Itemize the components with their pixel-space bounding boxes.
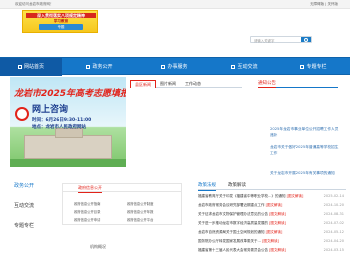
policy-tag: [图文解读] — [269, 221, 286, 225]
top-bar: 欢迎访问龙岩市政府网！ 无障碍版 | 关怀版 — [0, 0, 350, 9]
gov-link[interactable]: 政府信息公开申请 — [74, 217, 100, 222]
service-icon — [161, 65, 166, 69]
policy-row[interactable]: 龙岩市自然资源局关于国土空间规划的通知 [图文解读] 2024-05-12 — [198, 229, 346, 236]
policy-title: 龙岩市政府常务会议研究部署近期重点工作 — [198, 203, 265, 207]
notice-item[interactable]: 2025年龙岩市事业单位公开招聘工作人员递补 — [270, 126, 340, 138]
gov-link[interactable]: 政府信息公开目录 — [74, 209, 100, 214]
policy-tag: [图文解读] — [265, 230, 283, 234]
main-nav: 网站首页 政务公开 办事服务 互动交流 专题专栏 — [0, 57, 350, 76]
policy-tag: [图文解读] — [269, 248, 286, 252]
gov-info-header: 政府信息公开 — [63, 184, 181, 193]
policy-row[interactable]: 关于征求龙岩市文物保护管理办法意见的公告 [图文解读] 2024-08-31 — [198, 211, 346, 218]
nav-home-label: 网站首页 — [23, 64, 44, 70]
side-item-topics[interactable]: 专题专栏 — [0, 218, 48, 234]
nav-services[interactable]: 办事服务 — [137, 58, 212, 76]
policy-title: 福建省教育厅关于印发《福建省中等职业学校…》的通知 — [198, 194, 286, 198]
notice-item[interactable]: 关于龙岩市开展2025年有关事项的通知 — [270, 170, 340, 176]
policy-row[interactable]: 国务院办公厅转发国家发展改革委关于… [图文解读] 2024-04-20 — [198, 238, 346, 245]
policy-tag: [图文解读] — [286, 194, 304, 198]
nav-topics-label: 专题专栏 — [306, 64, 327, 70]
policy-title: 关于进一步推动龙岩市数字经济高质量发展的 — [198, 221, 268, 225]
notice-item[interactable]: 龙岩市关于做好2025年普通高等学校招生工作 — [270, 144, 340, 156]
policy-date: 2024-04-20 — [323, 239, 344, 243]
nav-gov-info[interactable]: 政务公开 — [62, 58, 137, 76]
org-overview-link[interactable]: 机构概况 — [90, 244, 106, 250]
gov-link[interactable]: 政府信息公开指南 — [74, 201, 100, 206]
hero-subtitle: 网上咨询 — [32, 105, 69, 115]
nav-home[interactable]: 网站首页 — [0, 58, 62, 76]
policy-date: 2024-10-20 — [323, 203, 344, 207]
chat-icon — [231, 65, 236, 69]
search-box[interactable]: 请输入关键字 — [250, 36, 312, 43]
gov-link[interactable]: 政府信息公开平台 — [127, 217, 153, 222]
tab-photo-news[interactable]: 图片新闻 — [160, 80, 176, 88]
policy-date: 2024-05-12 — [323, 230, 344, 234]
policy-date: 2024-08-31 — [323, 212, 344, 216]
policy-title: 龙岩市自然资源局关于国土空间规划的通知 — [198, 230, 265, 234]
gov-info-title[interactable]: 政府信息公开 — [78, 184, 102, 193]
nav-gov-info-label: 政务公开 — [92, 64, 113, 70]
tab-county-news[interactable]: 县区新闻 — [130, 80, 156, 88]
gov-link[interactable]: 政府信息公开年报 — [127, 209, 153, 214]
side-item-interaction[interactable]: 互动交流 — [0, 198, 48, 214]
tab-work-news[interactable]: 工作动态 — [185, 80, 201, 88]
nav-topics[interactable]: 专题专栏 — [277, 58, 350, 76]
nav-services-label: 办事服务 — [167, 64, 188, 70]
nav-interaction[interactable]: 互动交流 — [212, 58, 277, 76]
nav-interaction-label: 互动交流 — [237, 64, 258, 70]
gov-info-box: 政府信息公开 政府信息公开指南 政府信息公开制度 政府信息公开目录 政府信息公开… — [62, 183, 182, 225]
policy-tag: [图文解读] — [269, 212, 286, 216]
policy-row[interactable]: 关于进一步推动龙岩市数字经济高质量发展的 [图文解读] 2024-07-02 — [198, 220, 346, 227]
search-input[interactable]: 请输入关键字 — [254, 38, 274, 43]
notice-header: 通知公告 — [258, 80, 338, 88]
policy-tag: [图文解读] — [265, 203, 283, 207]
home-icon — [17, 65, 22, 69]
policy-row[interactable]: 福建省第十三届人民代表大会常务委员会公告 [图文解读] 2024-03-15 — [198, 247, 346, 254]
policy-date: 2024-03-15 — [323, 248, 344, 252]
accessibility-links[interactable]: 无障碍版 | 关怀版 — [310, 2, 338, 7]
policy-title: 福建省第十三届人民代表大会常务委员会公告 — [198, 248, 268, 252]
hero-building — [24, 128, 112, 159]
hero-crowd — [10, 159, 126, 167]
policy-row[interactable]: 福建省教育厅关于印发《福建省中等职业学校…》的通知 [图文解读] 2025-02-… — [198, 193, 346, 200]
tab-policy-interpret[interactable]: 政策解读 — [228, 181, 246, 190]
doc-icon — [86, 65, 91, 69]
policy-date: 2024-07-02 — [323, 221, 344, 225]
news-tabs: 县区新闻 图片新闻 工作动态 — [130, 80, 242, 88]
notice-title: 通知公告 — [258, 81, 276, 88]
hero-title: 龙岩市2025年高考志愿填报 — [14, 89, 126, 99]
banner-line3: 专题 — [39, 24, 83, 30]
banner-ad[interactable]: 深入贯彻落实八项规定精神 学习教育 专题 — [22, 10, 98, 33]
policy-date: 2025-02-14 — [323, 194, 344, 198]
policy-tabs: 政策法规 政策解读 — [198, 181, 346, 191]
search-icon[interactable] — [301, 37, 311, 42]
welcome-text: 欢迎访问龙岩市政府网！ — [15, 2, 54, 6]
hero-date: 时间：6月26日9:30-11:00 — [32, 118, 92, 123]
tab-policy[interactable]: 政策法规 — [198, 181, 216, 191]
policy-title: 国务院办公厅转发国家发展改革委关于… — [198, 239, 261, 243]
policy-tag: [图文解读] — [262, 239, 279, 243]
topic-icon — [300, 65, 305, 69]
policy-row[interactable]: 龙岩市政府常务会议研究部署近期重点工作 [图文解读] 2024-10-20 — [198, 202, 346, 209]
policy-title: 关于征求龙岩市文物保护管理办法意见的公告 — [198, 212, 268, 216]
hero-place: 地点：龙岩市人民政府网站 — [32, 125, 86, 130]
hero-image[interactable]: 龙岩市2025年高考志愿填报 网上咨询 时间：6月26日9:30-11:00 地… — [10, 77, 126, 167]
banner-line1: 深入贯彻落实八项规定精神 — [26, 13, 96, 18]
gov-link[interactable]: 政府信息公开制度 — [127, 201, 153, 206]
hero-badge-icon — [15, 107, 29, 121]
notice-panel: 通知公告 2025年龙岩市事业单位公开招聘工作人员递补 龙岩市关于做好2025年… — [258, 80, 338, 175]
side-item-gov-info[interactable]: 政务公开 — [0, 178, 48, 194]
